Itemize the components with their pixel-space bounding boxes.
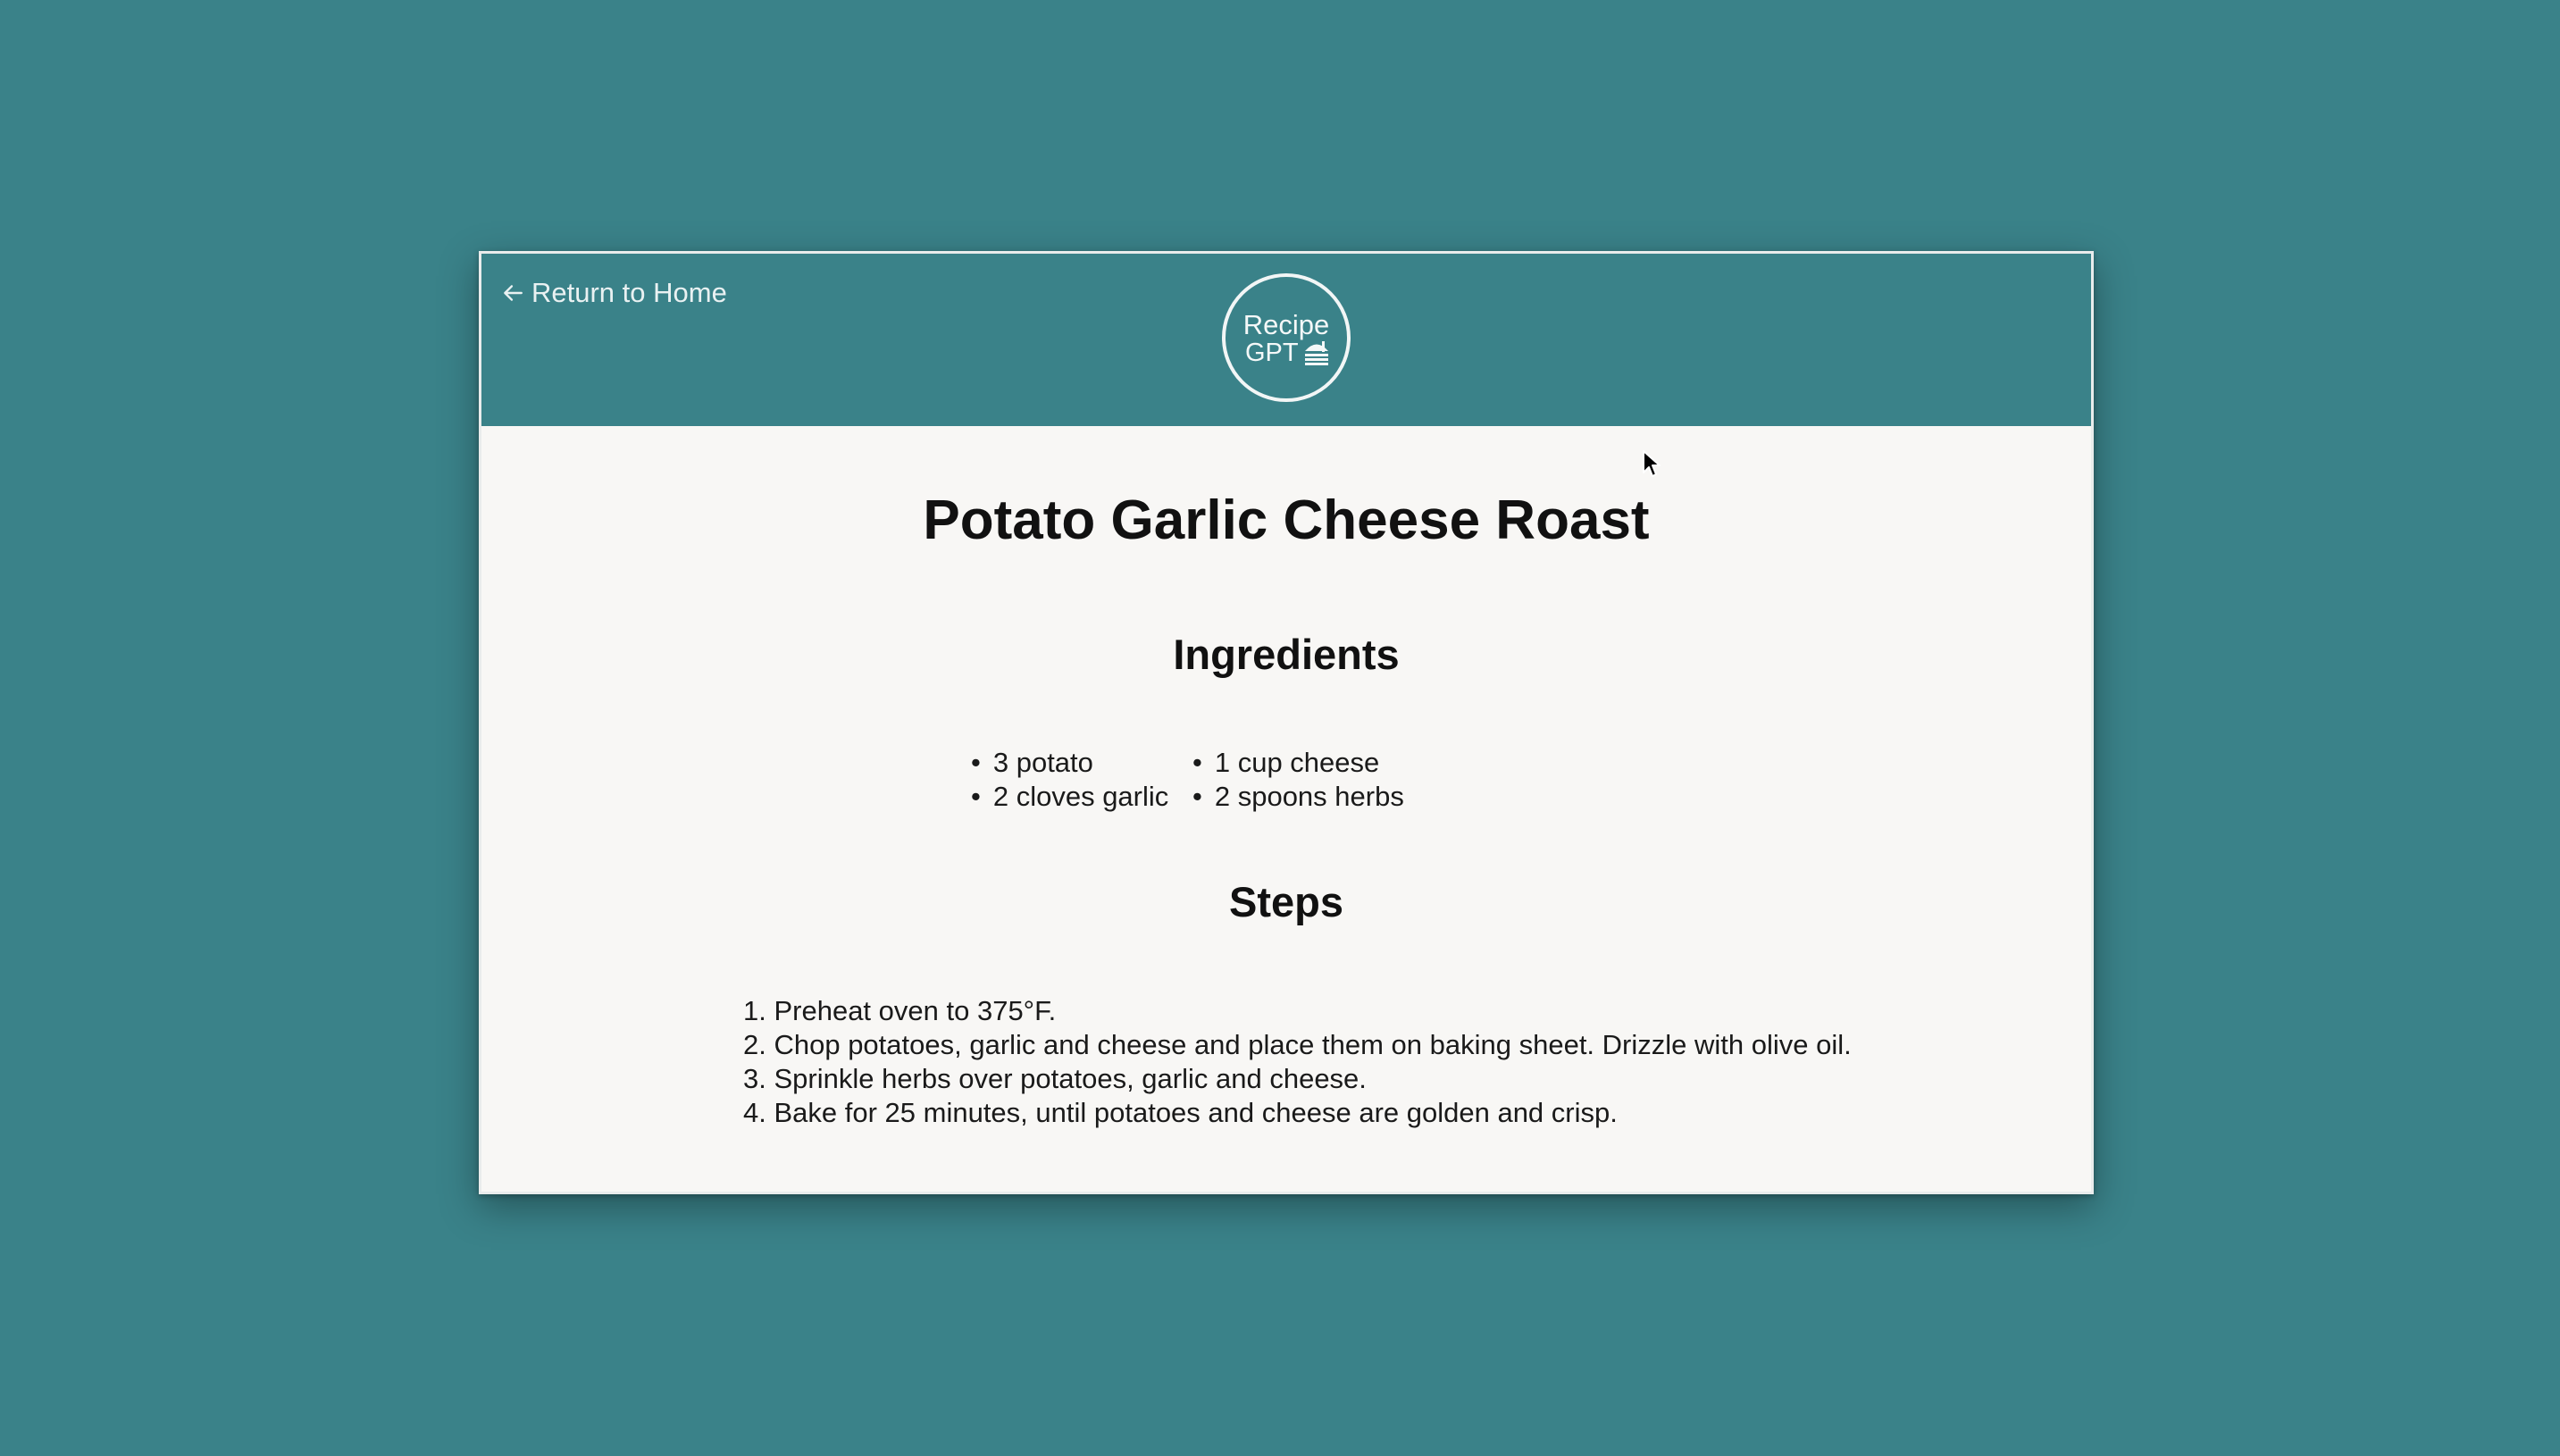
step-item: 3. Sprinkle herbs over potatoes, garlic … — [743, 1063, 1367, 1094]
ingredient-item: 2 cloves garlic — [971, 782, 1192, 812]
return-to-home-link[interactable]: Return to Home — [501, 277, 727, 309]
logo-text-gpt: GPT — [1245, 339, 1299, 367]
ingredients-list: 3 potato 1 cup cheese 2 cloves garlic 2 … — [971, 748, 1425, 812]
mouse-cursor-icon — [1643, 450, 1661, 477]
ingredients-heading: Ingredients — [1173, 631, 1400, 678]
ingredient-item: 3 potato — [971, 748, 1192, 778]
logo-text-gpt-row: GPT — [1245, 339, 1331, 366]
recipe-window: Return to Home Recipe GPT Potato Garlic … — [479, 251, 2094, 1194]
recipe-title: Potato Garlic Cheese Roast — [923, 490, 1650, 551]
ingredient-item: 1 cup cheese — [1192, 748, 1425, 778]
step-item: 1. Preheat oven to 375°F. — [743, 995, 1057, 1026]
return-to-home-label: Return to Home — [531, 277, 727, 308]
header-bar: Return to Home Recipe GPT — [481, 254, 2091, 426]
steps-list: 1. Preheat oven to 375°F. 2. Chop potato… — [743, 994, 1852, 1130]
recipe-content: Potato Garlic Cheese Roast Ingredients 3… — [481, 426, 2091, 1192]
burger-icon — [1304, 341, 1328, 365]
ingredient-item: 2 spoons herbs — [1192, 782, 1425, 812]
left-arrow-icon — [504, 285, 523, 301]
logo-text-recipe: Recipe — [1242, 309, 1330, 340]
steps-heading: Steps — [1229, 878, 1343, 925]
step-item: 2. Chop potatoes, garlic and cheese and … — [743, 1029, 1852, 1060]
recipe-gpt-logo: Recipe GPT — [1222, 273, 1351, 402]
step-item: 4. Bake for 25 minutes, until potatoes a… — [743, 1097, 1618, 1128]
